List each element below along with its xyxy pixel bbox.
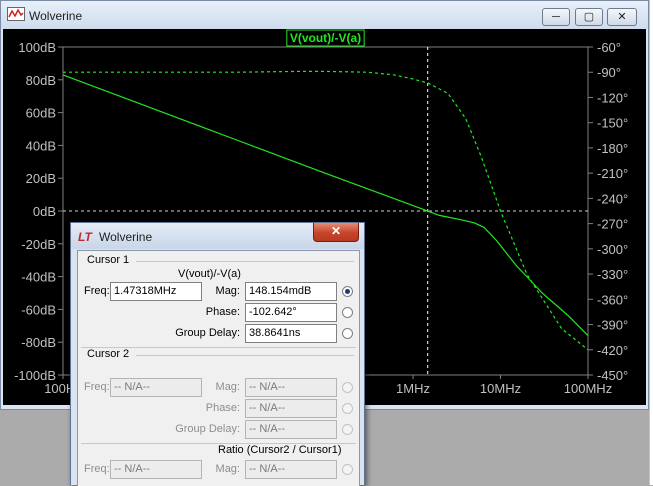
cursor2-group-delay-label: Group Delay: — [175, 423, 240, 435]
ratio-group-label: Ratio (Cursor2 / Cursor1) — [218, 444, 342, 456]
y-right-tick-label: -90° — [597, 65, 621, 80]
cursor1-trace-name: V(vout)/-V(a) — [178, 268, 241, 280]
cursor2-mag-field[interactable]: -- N/A-- — [245, 378, 337, 397]
maximize-button[interactable]: ▢ — [575, 8, 603, 26]
cursor2-group-delay-radio[interactable] — [342, 424, 353, 435]
close-icon: ✕ — [617, 11, 627, 23]
ratio-mag-radio[interactable] — [342, 464, 353, 475]
y-right-tick-label: -390° — [597, 318, 628, 333]
cursor2-freq-field[interactable]: -- N/A-- — [110, 378, 202, 397]
cursor2-phase-radio[interactable] — [342, 403, 353, 414]
cursor1-group-divider — [136, 261, 354, 262]
ratio-freq-label: Freq: — [84, 463, 110, 475]
y-right-tick-label: -360° — [597, 292, 628, 307]
y-right-tick-label: -120° — [597, 90, 628, 105]
y-right-tick-label: -420° — [597, 343, 628, 358]
y-right-tick-label: -60° — [597, 40, 621, 55]
cursor1-mag-field[interactable]: 148.154mdB — [245, 282, 337, 301]
y-left-tick-label: 40dB — [26, 138, 56, 153]
y-left-tick-label: -80dB — [21, 335, 56, 350]
trace-label: V(vout)/-V(a) — [290, 31, 361, 45]
cursor2-freq-label: Freq: — [84, 381, 110, 393]
y-left-tick-label: -20dB — [21, 237, 56, 252]
cursor-dialog-body: Cursor 1 V(vout)/-V(a) Freq: 1.47318MHz … — [77, 250, 360, 486]
maximize-icon: ▢ — [583, 11, 595, 23]
y-right-tick-label: -240° — [597, 191, 628, 206]
close-button[interactable]: ✕ — [607, 8, 637, 26]
y-left-tick-label: 0dB — [33, 204, 56, 219]
radio-selected-dot — [345, 289, 350, 294]
y-left-tick-label: 100dB — [18, 40, 56, 55]
cursor-dialog-title: Wolverine — [99, 230, 153, 244]
cursor1-phase-label: Phase: — [205, 306, 240, 318]
y-right-tick-label: -330° — [597, 267, 628, 282]
cursor2-phase-field[interactable]: -- N/A-- — [245, 399, 337, 418]
background-window-edge — [649, 0, 653, 485]
plot-window-titlebar[interactable]: Wolverine ─ ▢ ✕ — [1, 1, 648, 29]
cursor2-group-delay-field[interactable]: -- N/A-- — [245, 420, 337, 439]
y-left-tick-label: 60dB — [26, 106, 56, 121]
cursor-dialog-close-button[interactable]: ✕ — [313, 223, 359, 242]
cursor2-group-divider — [136, 355, 354, 356]
close-icon: ✕ — [330, 224, 342, 238]
x-tick-label: 10MHz — [480, 381, 521, 396]
y-left-tick-label: -60dB — [21, 302, 56, 317]
cursor1-phase-field[interactable]: -102.642° — [245, 303, 337, 322]
y-left-tick-label: -40dB — [21, 270, 56, 285]
cursor1-group-delay-label: Group Delay: — [175, 327, 240, 339]
cursor1-group-label: Cursor 1 — [87, 254, 130, 266]
cursor1-mag-label: Mag: — [215, 285, 240, 297]
minimize-icon: ─ — [552, 11, 560, 23]
cursor1-freq-label: Freq: — [84, 285, 110, 297]
ltspice-logo-icon: LT — [78, 230, 92, 244]
y-left-tick-label: 80dB — [26, 73, 56, 88]
cursor1-group-delay-radio[interactable] — [342, 328, 353, 339]
cursor-dialog: LT Wolverine ✕ Cursor 1 V(vout)/-V(a) Fr… — [70, 222, 365, 486]
plot-window-title: Wolverine — [29, 9, 83, 23]
cursor1-freq-field[interactable]: 1.47318MHz — [110, 282, 202, 301]
ratio-mag-label: Mag: — [215, 463, 240, 475]
cursor1-group-delay-field[interactable]: 38.8641ns — [245, 324, 337, 343]
cursor2-mag-radio[interactable] — [342, 382, 353, 393]
cursor-dialog-titlebar[interactable]: LT Wolverine ✕ — [71, 223, 364, 249]
cursor2-phase-label: Phase: — [205, 402, 240, 414]
y-right-tick-label: -210° — [597, 166, 628, 181]
y-right-tick-label: -300° — [597, 242, 628, 257]
x-tick-label: 1MHz — [396, 381, 430, 396]
cursor1-mag-radio[interactable] — [342, 286, 353, 297]
y-right-tick-label: -180° — [597, 141, 628, 156]
cursor2-mag-label: Mag: — [215, 381, 240, 393]
x-tick-label: 100MHz — [564, 381, 612, 396]
minimize-button[interactable]: ─ — [542, 8, 570, 26]
ratio-freq-field[interactable]: -- N/A-- — [110, 460, 202, 479]
y-left-tick-label: 20dB — [26, 171, 56, 186]
y-right-tick-label: -150° — [597, 116, 628, 131]
ratio-mag-field[interactable]: -- N/A-- — [245, 460, 337, 479]
cursor1-phase-radio[interactable] — [342, 307, 353, 318]
cursor2-group-label: Cursor 2 — [87, 348, 130, 360]
y-right-tick-label: -270° — [597, 217, 628, 232]
waveform-app-icon — [7, 7, 25, 21]
